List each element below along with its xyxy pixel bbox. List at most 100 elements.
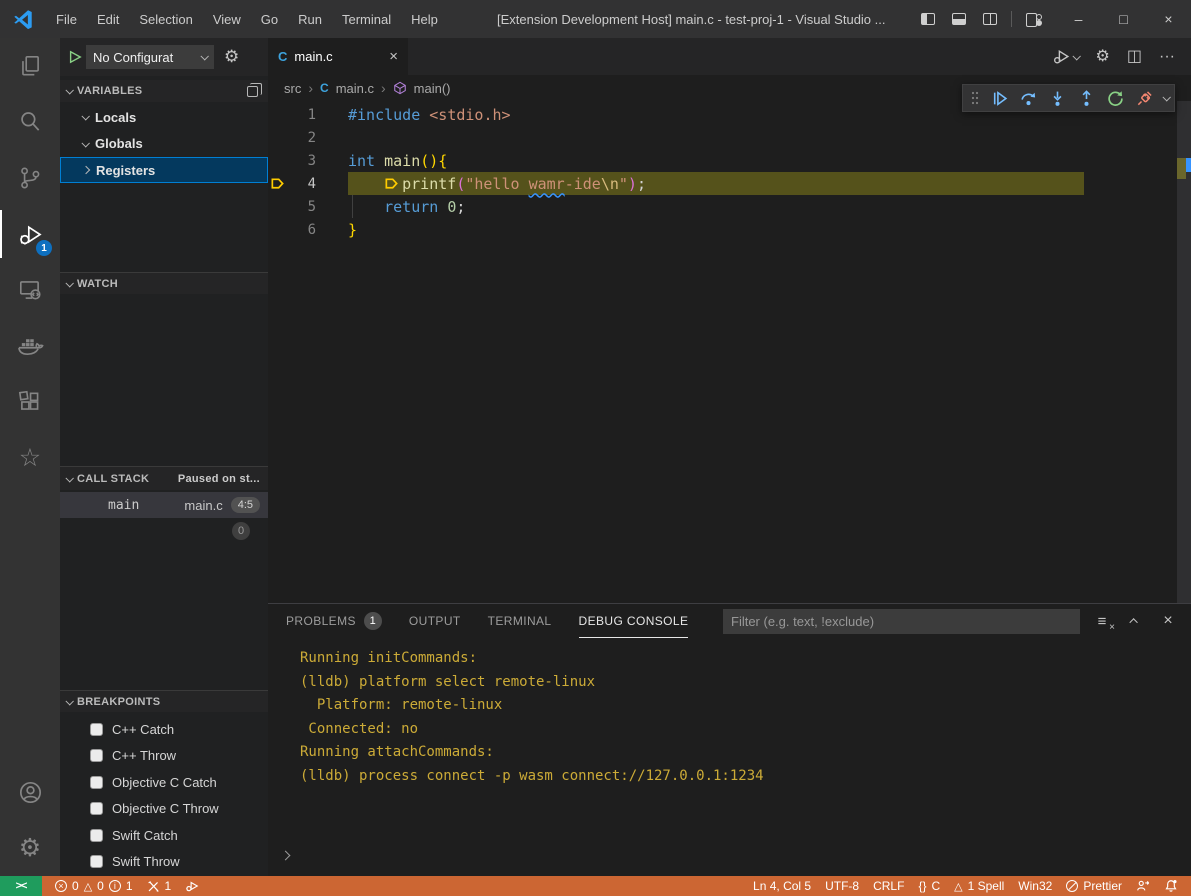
remote-indicator[interactable]: ><: [0, 876, 42, 896]
stack-frame-row[interactable]: main main.c 4:5: [60, 492, 268, 518]
chevron-down-icon: [1072, 52, 1080, 60]
activity-account-icon[interactable]: [0, 764, 60, 820]
debug-status-icon[interactable]: [178, 876, 206, 896]
panel-tab-terminal[interactable]: TERMINAL: [488, 604, 552, 638]
toolbar-drag-grip[interactable]: [968, 86, 984, 110]
menu-item-terminal[interactable]: Terminal: [332, 0, 401, 38]
breakpoint-checkbox[interactable]: [90, 749, 103, 762]
debug-disconnect-icon[interactable]: [1131, 86, 1158, 110]
configure-gear-icon[interactable]: ⚙: [224, 47, 239, 67]
split-editor-icon[interactable]: ◫: [1127, 49, 1142, 65]
activity-explorer-icon[interactable]: [0, 38, 60, 94]
language-mode[interactable]: {}C: [911, 876, 947, 896]
cursor-position[interactable]: Ln 4, Col 5: [746, 876, 818, 896]
breadcrumb-symbol[interactable]: main(): [414, 81, 451, 96]
eol-sequence[interactable]: CRLF: [866, 876, 911, 896]
activity-run-debug-icon[interactable]: 1: [0, 206, 60, 262]
breakpoint-checkbox[interactable]: [90, 829, 103, 842]
editor-scrollbar[interactable]: [1177, 101, 1191, 603]
toggle-secondary-sidebar-icon[interactable]: [983, 13, 997, 25]
variables-scope-locals[interactable]: Locals: [60, 104, 268, 130]
toggle-primary-sidebar-icon[interactable]: [921, 13, 935, 25]
toggle-panel-icon[interactable]: [952, 13, 966, 25]
panel-tab-output[interactable]: OUTPUT: [409, 604, 461, 638]
tab-close-icon[interactable]: ×: [389, 48, 398, 65]
console-line: (lldb) platform select remote-linux: [300, 671, 1191, 695]
breakpoint-checkbox[interactable]: [90, 723, 103, 736]
debug-configuration-select[interactable]: No Configurat: [86, 45, 214, 69]
chevron-down-icon[interactable]: [1162, 93, 1170, 101]
breakpoint-row[interactable]: Objective C Catch: [60, 769, 268, 795]
menu-item-edit[interactable]: Edit: [87, 0, 129, 38]
activity-star-icon[interactable]: ☆: [0, 430, 60, 486]
close-button[interactable]: ×: [1146, 0, 1191, 38]
breakpoint-checkbox[interactable]: [90, 776, 103, 789]
variables-scope-registers[interactable]: Registers: [60, 157, 268, 183]
menu-item-help[interactable]: Help: [401, 0, 448, 38]
activity-docker-icon[interactable]: [0, 318, 60, 374]
debug-restart-icon[interactable]: [1102, 86, 1129, 110]
customize-layout-icon[interactable]: [1026, 13, 1042, 25]
feedback-icon[interactable]: [1129, 876, 1157, 896]
c-file-icon: C: [320, 81, 329, 95]
console-input-prompt[interactable]: [282, 846, 289, 864]
line-number: 4: [294, 176, 316, 192]
menu-item-run[interactable]: Run: [288, 0, 332, 38]
activity-settings-gear-icon[interactable]: ⚙: [0, 820, 60, 876]
breakpoint-row[interactable]: Objective C Throw: [60, 796, 268, 822]
menu-item-file[interactable]: File: [46, 0, 87, 38]
panel-tab-debug-console[interactable]: DEBUG CONSOLE: [579, 604, 689, 638]
formatter-status[interactable]: Prettier: [1059, 876, 1129, 896]
close-panel-icon[interactable]: ×: [1159, 612, 1177, 630]
problems-status[interactable]: ×0 △0 i1: [48, 876, 140, 896]
start-debug-icon[interactable]: [68, 50, 82, 64]
variables-section-header[interactable]: VARIABLES: [60, 80, 268, 102]
debug-step-into-icon[interactable]: [1044, 86, 1071, 110]
breakpoint-row[interactable]: Swift Throw: [60, 849, 268, 875]
panel-tab-problems[interactable]: PROBLEMS1: [286, 604, 382, 638]
minimize-button[interactable]: –: [1056, 0, 1101, 38]
watch-section-header[interactable]: WATCH: [60, 272, 268, 294]
clear-console-icon[interactable]: ≡: [1093, 612, 1111, 630]
activity-extensions-icon[interactable]: [0, 374, 60, 430]
activity-source-control-icon[interactable]: [0, 150, 60, 206]
breadcrumb-folder[interactable]: src: [284, 81, 301, 96]
breadcrumb-file[interactable]: main.c: [336, 81, 374, 96]
more-actions-icon[interactable]: ···: [1159, 49, 1175, 65]
maximize-button[interactable]: □: [1101, 0, 1146, 38]
debug-step-over-icon[interactable]: [1015, 86, 1042, 110]
menu-item-selection[interactable]: Selection: [129, 0, 202, 38]
settings-gear-icon[interactable]: ⚙: [1096, 49, 1110, 65]
menu-item-go[interactable]: Go: [251, 0, 288, 38]
breakpoint-row[interactable]: C++ Catch: [60, 716, 268, 742]
code-editor[interactable]: 1#include <stdio.h>23int main(){4 printf…: [268, 101, 1191, 603]
code-line-5: 5 return 0;: [268, 195, 1177, 218]
ports-status[interactable]: 1: [140, 876, 179, 896]
breakpoint-checkbox[interactable]: [90, 802, 103, 815]
console-line: (lldb) process connect -p wasm connect:/…: [300, 765, 1191, 789]
copy-value-icon[interactable]: [247, 86, 258, 97]
symbol-namespace-icon: [393, 81, 407, 95]
console-filter-input[interactable]: [723, 609, 1080, 634]
call-stack-section-header[interactable]: CALL STACK Paused on st...: [60, 466, 268, 490]
activity-remote-explorer-icon[interactable]: [0, 262, 60, 318]
spell-checker-status[interactable]: △1 Spell: [947, 876, 1011, 896]
breakpoint-row[interactable]: C++ Throw: [60, 743, 268, 769]
run-or-debug-icon[interactable]: [1053, 48, 1079, 65]
breakpoint-checkbox[interactable]: [90, 855, 103, 868]
encoding[interactable]: UTF-8: [818, 876, 866, 896]
debug-continue-icon[interactable]: [986, 86, 1013, 110]
maximize-panel-icon[interactable]: [1126, 612, 1144, 630]
breakpoints-section-header[interactable]: BREAKPOINTS: [60, 690, 268, 712]
menu-item-view[interactable]: View: [203, 0, 251, 38]
variables-scope-globals[interactable]: Globals: [60, 131, 268, 157]
activity-search-icon[interactable]: [0, 94, 60, 150]
problems-count-badge: 1: [364, 612, 382, 630]
breakpoint-row[interactable]: Swift Catch: [60, 822, 268, 848]
debug-step-out-icon[interactable]: [1073, 86, 1100, 110]
tab-main-c[interactable]: C main.c ×: [268, 38, 408, 75]
chevron-down-icon: [65, 279, 73, 287]
target-platform[interactable]: Win32: [1011, 876, 1059, 896]
notifications-bell-icon[interactable]: [1157, 876, 1185, 896]
overview-info-mark: [1186, 158, 1191, 172]
